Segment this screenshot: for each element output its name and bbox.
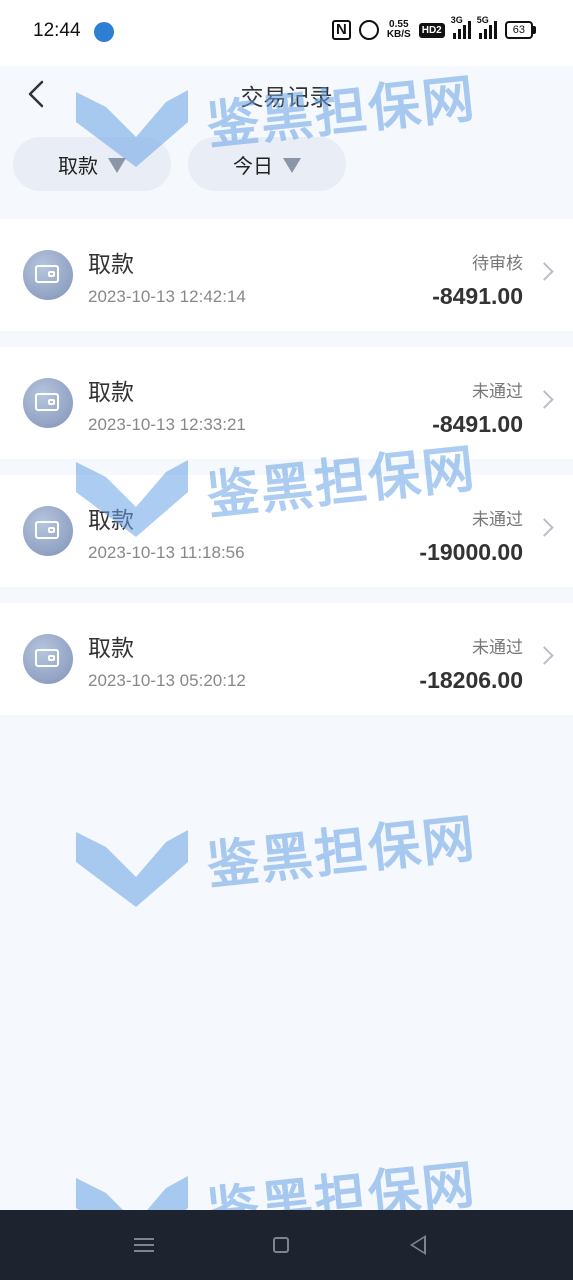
chevron-right-icon [535, 646, 554, 665]
transaction-status: 未通过 [472, 382, 523, 402]
page-title: 交易记录 [240, 85, 333, 111]
watermark-text: 鉴黑担保网 [204, 809, 479, 897]
nav-back-icon[interactable] [410, 1235, 426, 1255]
status-icons: N 0.55 KB/S HD2 3G 5G 63 [331, 15, 537, 40]
transaction-title: 取款 [88, 508, 134, 534]
recent-apps-icon[interactable] [134, 1238, 154, 1252]
transaction-time: 2023-10-13 05:20:12 [88, 671, 246, 690]
signal-5g-label: 5G [476, 15, 489, 25]
network-speed: 0.55 KB/S [387, 20, 411, 40]
transaction-row[interactable]: 取款 2023-10-13 12:42:14 待审核 -8491.00 [0, 219, 573, 331]
network-speed-unit: KB/S [386, 29, 411, 40]
date-filter-label: 今日 [233, 153, 273, 178]
nfc-icon: N [331, 20, 351, 40]
wallet-icon [23, 634, 73, 684]
transaction-row[interactable]: 取款 2023-10-13 12:33:21 未通过 -8491.00 [0, 347, 573, 459]
chevron-right-icon [535, 390, 554, 409]
signal-3g-icon: 3G [451, 15, 471, 39]
transaction-amount: -18206.00 [419, 667, 523, 693]
wallet-icon [23, 506, 73, 556]
page-header: 交易记录 [0, 66, 573, 126]
transaction-time: 2023-10-13 11:18:56 [88, 543, 245, 562]
date-filter-dropdown[interactable]: 今日 [188, 137, 346, 191]
dropdown-triangle-icon [283, 157, 301, 173]
transaction-time: 2023-10-13 12:33:21 [88, 415, 246, 434]
status-time: 12:44 [33, 20, 81, 41]
signal-5g-icon: 5G [477, 15, 497, 39]
transaction-list: 取款 2023-10-13 12:42:14 待审核 -8491.00 取款 2… [0, 219, 573, 731]
signal-3g-label: 3G [450, 15, 463, 25]
transaction-amount: -8491.00 [432, 283, 523, 309]
system-nav-bar [0, 1210, 573, 1280]
dropdown-triangle-icon [108, 157, 126, 173]
home-icon[interactable] [273, 1237, 289, 1253]
transaction-row[interactable]: 取款 2023-10-13 05:20:12 未通过 -18206.00 [0, 603, 573, 715]
app-notification-icon [94, 22, 114, 42]
watermark: 鉴黑担保网 [76, 802, 479, 932]
transaction-row[interactable]: 取款 2023-10-13 11:18:56 未通过 -19000.00 [0, 475, 573, 587]
transaction-status: 待审核 [472, 254, 523, 274]
transaction-amount: -19000.00 [419, 539, 523, 565]
transaction-status: 未通过 [472, 638, 523, 658]
status-bar: 12:44 N 0.55 KB/S HD2 3G 5G 63 [0, 0, 573, 66]
battery-icon: 63 [504, 21, 537, 39]
chevron-right-icon [535, 262, 554, 281]
alarm-icon [358, 20, 379, 40]
transaction-title: 取款 [88, 636, 134, 662]
wallet-icon [23, 378, 73, 428]
transaction-title: 取款 [88, 380, 134, 406]
type-filter-label: 取款 [58, 153, 98, 178]
hd-voice-icon: HD2 [418, 22, 445, 38]
type-filter-dropdown[interactable]: 取款 [13, 137, 171, 191]
transaction-time: 2023-10-13 12:42:14 [88, 287, 246, 306]
wallet-icon [23, 250, 73, 300]
transaction-amount: -8491.00 [432, 411, 523, 437]
chevron-right-icon [535, 518, 554, 537]
transaction-title: 取款 [88, 252, 134, 278]
transaction-status: 未通过 [472, 510, 523, 530]
watermark-logo-icon [76, 830, 188, 907]
